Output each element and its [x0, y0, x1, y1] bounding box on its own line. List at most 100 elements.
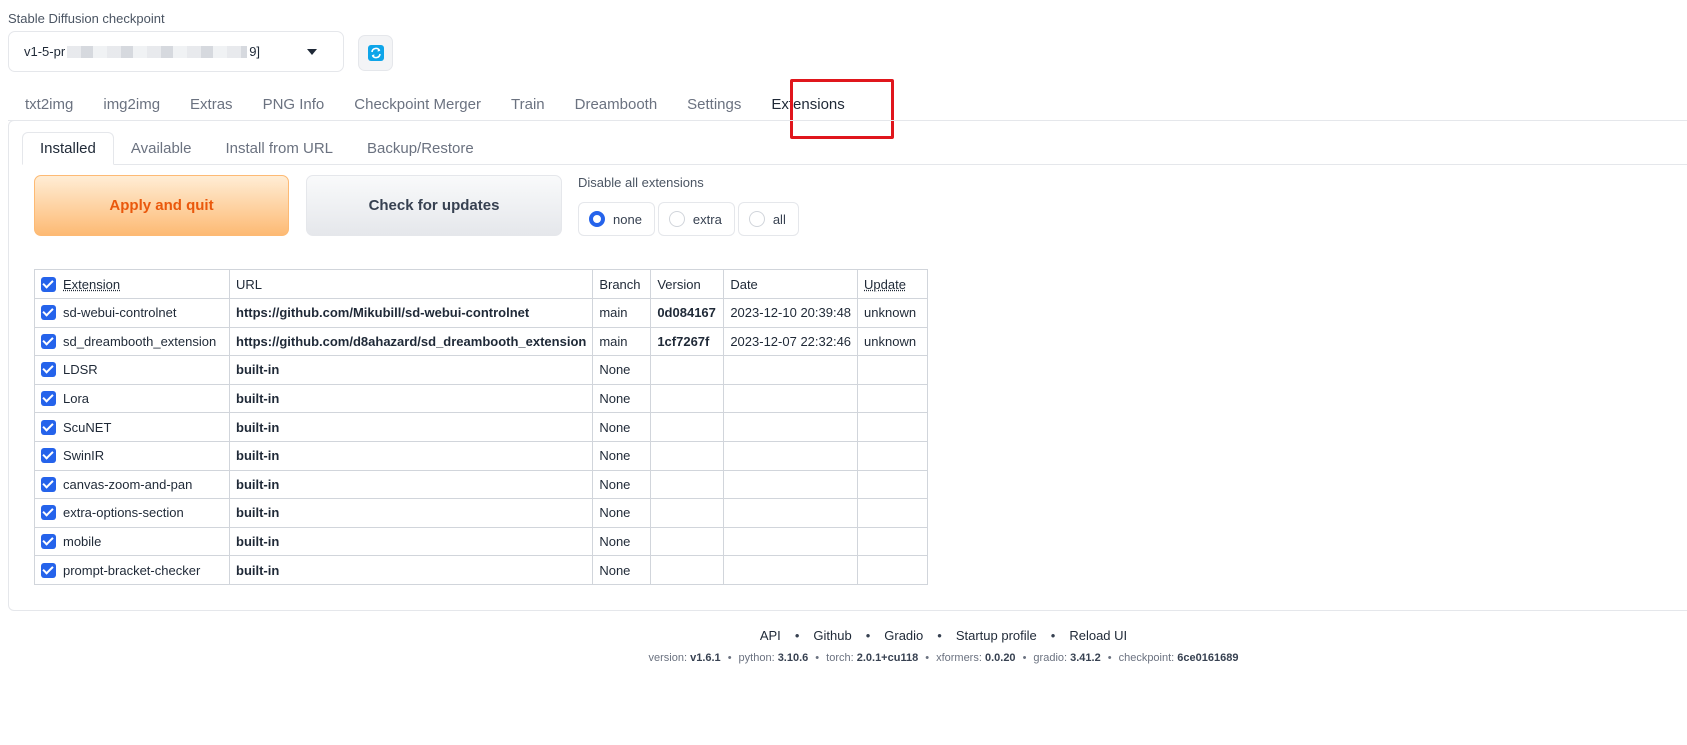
refresh-icon [367, 45, 384, 61]
extension-enabled-checkbox[interactable] [41, 391, 56, 407]
table-cell-update [857, 440, 929, 471]
version-label: version: [648, 652, 691, 664]
disable-extensions-label: Disable all extensions [578, 175, 704, 190]
table-cell-branch: None [592, 383, 652, 414]
footer-link-github[interactable]: Github [813, 628, 851, 643]
version-value: 6ce0161689 [1177, 652, 1239, 664]
cell-text: None [599, 419, 631, 435]
extension-enabled-checkbox[interactable] [41, 534, 56, 550]
cell-text: built-in [236, 419, 280, 435]
cell-text: None [599, 562, 631, 578]
table-cell-extension: canvas-zoom-and-pan [34, 469, 230, 500]
table-cell-branch: None [592, 469, 652, 500]
footer-link-reload-ui[interactable]: Reload UI [1069, 628, 1127, 643]
table-cell-url: built-in [228, 555, 594, 585]
footer-link-api[interactable]: API [760, 628, 781, 643]
column-header-label[interactable]: Update [864, 277, 906, 292]
table-cell-extension: SwinIR [34, 440, 230, 471]
radio-icon[interactable] [589, 211, 605, 227]
table-cell-update: unknown [857, 298, 929, 328]
cell-text: ScuNET [63, 419, 112, 435]
table-cell-date [723, 469, 859, 500]
table-cell-url: built-in [228, 498, 594, 528]
radio-option-extra[interactable]: extra [657, 202, 735, 236]
table-cell-date: 2023-12-10 20:39:48 [723, 298, 859, 328]
table-cell-extension: Lora [34, 383, 230, 414]
subtab-installed[interactable]: Installed [22, 132, 114, 165]
table-cell-url: built-in [228, 526, 594, 557]
tab-settings[interactable]: Settings [672, 88, 756, 121]
version-value: 3.41.2 [1070, 652, 1101, 664]
cell-text: None [599, 505, 631, 521]
cell-text: built-in [236, 391, 280, 407]
subtab-backup-restore[interactable]: Backup/Restore [350, 132, 491, 165]
table-cell-url: built-in [228, 440, 594, 471]
bullet-separator: • [815, 652, 820, 664]
table-cell-update [857, 412, 929, 442]
table-cell-version [650, 498, 725, 528]
subtab-install-from-url[interactable]: Install from URL [208, 132, 350, 165]
tab-txt2img[interactable]: txt2img [10, 88, 88, 121]
extension-enabled-checkbox[interactable] [41, 505, 56, 521]
table-cell-extension: ScuNET [34, 412, 230, 442]
radio-option-all[interactable]: all [737, 202, 799, 236]
radio-icon[interactable] [668, 211, 685, 227]
table-row: sd-webui-controlnet https://github.com/Mi… [34, 298, 929, 328]
cell-text: https://github.com/d8ahazard/sd_dreamboo… [236, 333, 587, 349]
extensions-table: Extension URL Branch Version Date Update sd-w… [34, 269, 929, 585]
cell-text: None [599, 476, 631, 492]
radio-icon[interactable] [748, 211, 765, 227]
version-item: gradio: 3.41.2 [1033, 652, 1100, 664]
main-tab-bar: txt2img img2img Extras PNG Info Checkpoint M… [10, 88, 860, 121]
radio-option-none[interactable]: none [578, 202, 655, 236]
table-cell-version [650, 469, 725, 500]
column-header-label: Version [657, 276, 701, 292]
tab-img2img[interactable]: img2img [88, 88, 175, 121]
table-cell-branch: None [592, 440, 652, 471]
table-cell-url[interactable]: https://github.com/Mikubill/sd-webui-con… [228, 298, 594, 328]
tab-png-info[interactable]: PNG Info [248, 88, 340, 121]
extension-enabled-checkbox[interactable] [41, 333, 56, 349]
table-row: prompt-bracket-checker built-in None [34, 555, 929, 585]
radio-label: all [772, 211, 786, 227]
radio-label: extra [692, 211, 722, 227]
cell-text: built-in [236, 362, 280, 378]
cell-text: None [599, 362, 631, 378]
table-cell-branch: None [592, 555, 652, 585]
table-cell-extension: mobile [34, 526, 230, 557]
checkpoint-dropdown[interactable]: v1-5-pr 9] [8, 31, 344, 72]
version-item: python: 3.10.6 [739, 652, 809, 664]
extension-enabled-checkbox[interactable] [41, 362, 56, 378]
apply-and-quit-button[interactable]: Apply and quit [34, 175, 289, 236]
tab-dreambooth[interactable]: Dreambooth [560, 88, 673, 121]
footer-link-startup-profile[interactable]: Startup profile [956, 628, 1037, 643]
tab-extras[interactable]: Extras [175, 88, 248, 121]
cell-text: mobile [63, 534, 102, 550]
table-cell-url[interactable]: https://github.com/d8ahazard/sd_dreamboo… [228, 326, 594, 357]
footer-link-gradio[interactable]: Gradio [884, 628, 923, 643]
table-cell-branch: None [592, 355, 652, 385]
cell-text: built-in [236, 448, 280, 464]
table-row: LDSR built-in None [34, 355, 929, 385]
check-for-updates-button[interactable]: Check for updates [306, 175, 562, 236]
cell-text: LDSR [63, 362, 98, 378]
tab-checkpoint-merger[interactable]: Checkpoint Merger [339, 88, 496, 121]
column-header-version: Version [650, 269, 725, 299]
footer-links: API • Github • Gradio • Startup profile • Reload… [0, 628, 1687, 643]
column-header-label[interactable]: Extension [63, 277, 120, 292]
cell-text: sd_dreambooth_extension [63, 333, 217, 349]
refresh-checkpoint-button[interactable] [358, 35, 393, 71]
subtab-available[interactable]: Available [114, 132, 209, 165]
extension-enabled-checkbox[interactable] [41, 419, 56, 435]
table-cell-version [650, 440, 725, 471]
table-cell-version [650, 383, 725, 414]
table-cell-extension: sd-webui-controlnet [34, 298, 230, 328]
extension-enabled-checkbox[interactable] [41, 562, 56, 578]
extension-enabled-checkbox[interactable] [41, 476, 56, 492]
extension-enabled-checkbox[interactable] [41, 305, 56, 321]
select-all-checkbox[interactable] [41, 276, 56, 292]
tab-train[interactable]: Train [496, 88, 560, 121]
version-value: 2.0.1+cu118 [856, 652, 919, 664]
extension-enabled-checkbox[interactable] [41, 448, 56, 464]
table-cell-version [650, 555, 725, 585]
